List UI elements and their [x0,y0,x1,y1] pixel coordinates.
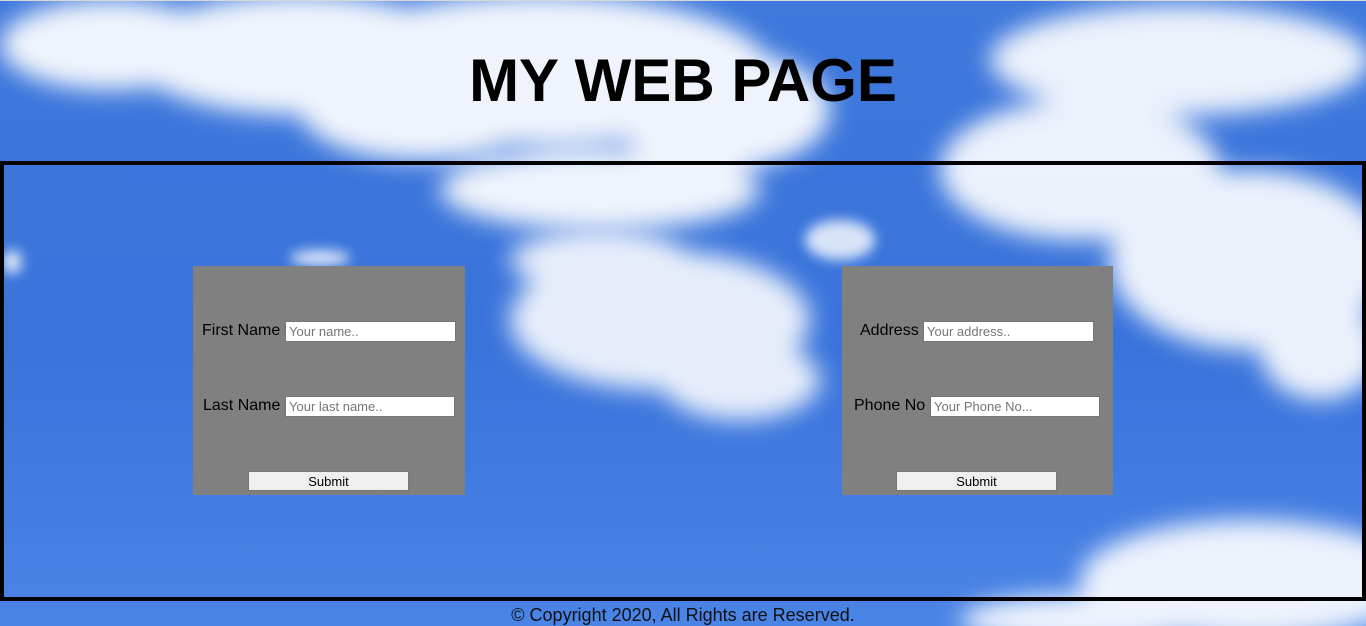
contact-form: Address Phone No Submit [842,266,1113,495]
footer-copyright: © Copyright 2020, All Rights are Reserve… [511,605,855,625]
submit-button-left[interactable]: Submit [248,471,409,491]
address-input[interactable] [923,321,1094,342]
phone-label: Phone No [854,397,926,414]
first-name-input[interactable] [285,321,456,342]
top-border-line [0,0,1366,1]
last-name-label: Last Name [203,397,281,414]
address-label: Address [860,322,919,339]
submit-button-right[interactable]: Submit [896,471,1057,491]
phone-input[interactable] [930,396,1100,417]
page: MY WEB PAGE First Name Last Name Submit … [0,0,1366,626]
page-title: MY WEB PAGE [469,47,897,114]
name-form: First Name Last Name Submit [193,266,465,495]
first-name-label: First Name [202,322,281,339]
last-name-input[interactable] [285,396,455,417]
